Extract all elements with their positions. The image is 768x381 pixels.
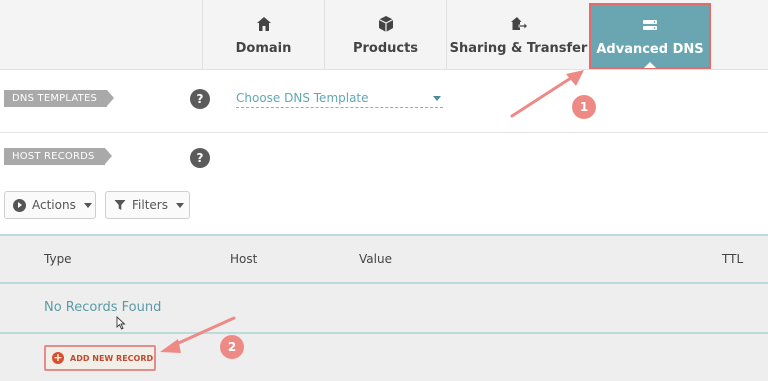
tab-products[interactable]: Products: [324, 0, 446, 70]
column-value: Value: [359, 252, 392, 266]
add-new-record-button[interactable]: + ADD NEW RECORD: [44, 345, 156, 371]
no-records-message: No Records Found: [44, 300, 162, 315]
filters-button[interactable]: Filters: [105, 191, 190, 219]
tab-sharing-label: Sharing & Transfer: [449, 40, 588, 56]
chevron-down-icon: [433, 96, 441, 101]
tab-advanced-dns-label: Advanced DNS: [596, 41, 704, 57]
home-icon: [256, 16, 271, 31]
host-records-help-icon[interactable]: ?: [190, 148, 210, 168]
server-icon: [643, 19, 657, 30]
tab-domain[interactable]: Domain: [202, 0, 324, 70]
chevron-down-icon: [175, 202, 184, 208]
mouse-cursor-icon: [116, 316, 126, 330]
box-icon: [378, 15, 393, 32]
filters-label: Filters: [132, 198, 168, 212]
annotation-badge-2: 2: [220, 335, 244, 359]
records-table-header: Type Host Value TTL: [0, 234, 768, 282]
active-tab-caret: [644, 62, 656, 68]
dns-templates-tag: DNS TEMPLATES: [4, 90, 115, 107]
actions-label: Actions: [32, 198, 76, 212]
filter-icon: [114, 200, 126, 210]
column-type: Type: [44, 252, 72, 266]
section-divider: [0, 132, 768, 133]
actions-button[interactable]: Actions: [4, 191, 96, 219]
dns-template-select-value: Choose DNS Template: [236, 91, 369, 105]
play-circle-icon: [13, 198, 26, 212]
tab-domain-label: Domain: [235, 40, 292, 56]
records-table-footer: + ADD NEW RECORD: [0, 332, 768, 381]
plus-circle-icon: +: [52, 351, 64, 364]
share-house-icon: [510, 16, 528, 30]
add-new-record-label: ADD NEW RECORD: [70, 353, 154, 363]
host-records-tag: HOST RECORDS: [4, 148, 112, 165]
annotation-badge-1: 1: [572, 95, 596, 119]
top-tab-bar: Domain Products Sharing & Transfer Advan…: [0, 0, 768, 70]
column-host: Host: [230, 252, 258, 266]
chevron-down-icon: [83, 202, 92, 208]
dns-templates-help-icon[interactable]: ?: [190, 89, 210, 109]
column-ttl: TTL: [722, 252, 744, 266]
tab-advanced-dns[interactable]: Advanced DNS: [589, 3, 711, 69]
tab-sharing-transfer[interactable]: Sharing & Transfer: [446, 0, 590, 70]
dns-template-select[interactable]: Choose DNS Template: [236, 88, 443, 108]
tab-products-label: Products: [352, 40, 419, 56]
